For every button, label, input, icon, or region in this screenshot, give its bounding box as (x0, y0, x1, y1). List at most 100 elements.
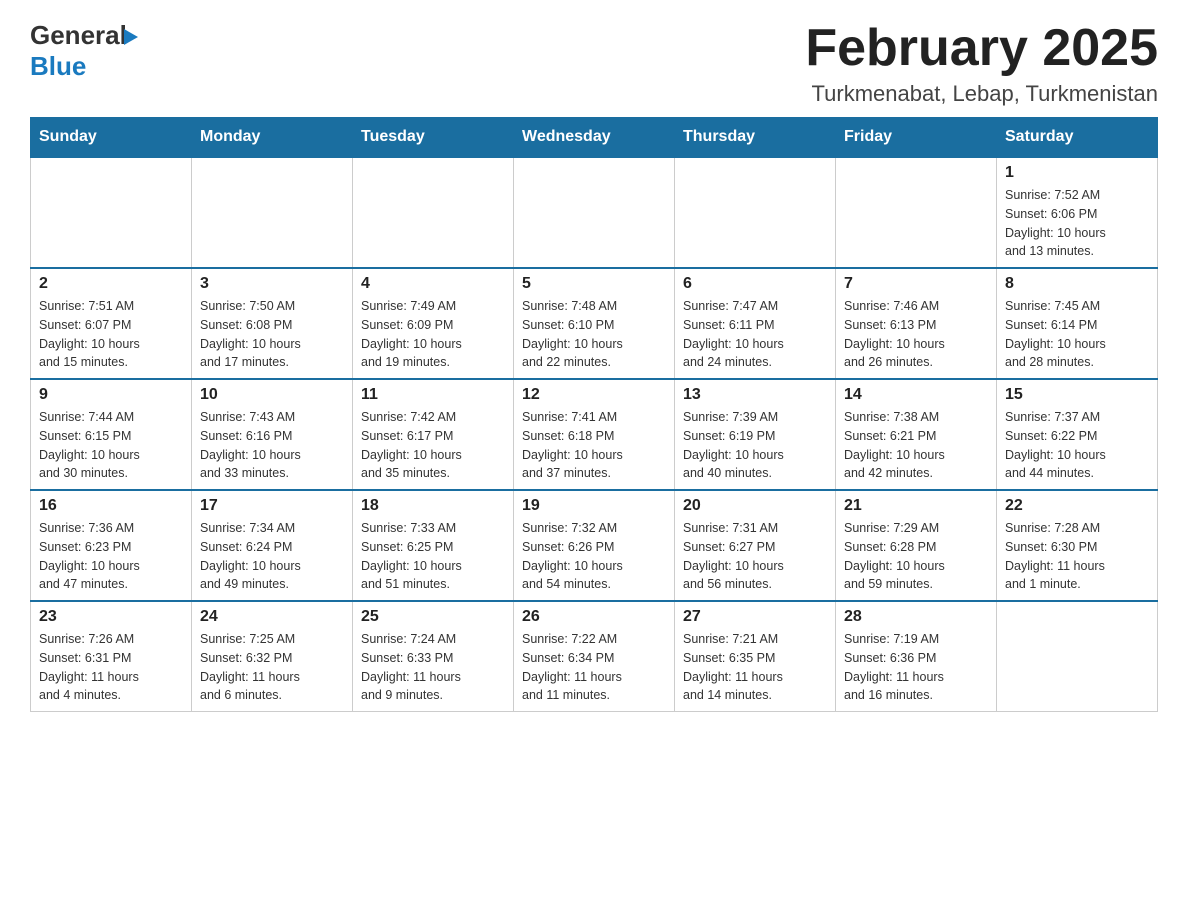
logo-general-text: General (30, 20, 127, 51)
calendar-cell: 11Sunrise: 7:42 AM Sunset: 6:17 PM Dayli… (353, 379, 514, 490)
day-number: 6 (683, 275, 827, 293)
weekday-header-tuesday: Tuesday (353, 118, 514, 158)
calendar-cell: 4Sunrise: 7:49 AM Sunset: 6:09 PM Daylig… (353, 268, 514, 379)
calendar-cell: 25Sunrise: 7:24 AM Sunset: 6:33 PM Dayli… (353, 601, 514, 712)
day-number: 21 (844, 497, 988, 515)
day-info: Sunrise: 7:33 AM Sunset: 6:25 PM Dayligh… (361, 519, 505, 594)
day-number: 27 (683, 608, 827, 626)
calendar-cell: 6 Sunrise: 7:47 AM Sunset: 6:11 PM Daylig… (675, 268, 836, 379)
calendar-cell (514, 157, 675, 268)
calendar-cell: 9 Sunrise: 7:44 AM Sunset: 6:15 PM Daylig… (31, 379, 192, 490)
day-number: 10 (200, 386, 344, 404)
calendar-cell: 12Sunrise: 7:41 AM Sunset: 6:18 PM Dayli… (514, 379, 675, 490)
day-number: 8 (1005, 275, 1149, 293)
day-number: 16 (39, 497, 183, 515)
day-number: 20 (683, 497, 827, 515)
day-info: Sunrise: 7:19 AM Sunset: 6:36 PM Dayligh… (844, 630, 988, 705)
day-info: Sunrise: 7:36 AM Sunset: 6:23 PM Dayligh… (39, 519, 183, 594)
location-title: Turkmenabat, Lebap, Turkmenistan (805, 81, 1158, 107)
title-block: February 2025 Turkmenabat, Lebap, Turkme… (805, 20, 1158, 107)
day-info: Sunrise: 7:39 AM Sunset: 6:19 PM Dayligh… (683, 408, 827, 483)
day-info: Sunrise: 7:21 AM Sunset: 6:35 PM Dayligh… (683, 630, 827, 705)
day-info: Sunrise: 7:44 AM Sunset: 6:15 PM Dayligh… (39, 408, 183, 483)
calendar-cell: 26 Sunrise: 7:22 AM Sunset: 6:34 PM Dayli… (514, 601, 675, 712)
day-info: Sunrise: 7:37 AM Sunset: 6:22 PM Dayligh… (1005, 408, 1149, 483)
calendar-cell: 2 Sunrise: 7:51 AM Sunset: 6:07 PM Daylig… (31, 268, 192, 379)
day-number: 15 (1005, 386, 1149, 404)
calendar-week-1: 1 Sunrise: 7:52 AM Sunset: 6:06 PM Daylig… (31, 157, 1158, 268)
day-info: Sunrise: 7:32 AM Sunset: 6:26 PM Dayligh… (522, 519, 666, 594)
calendar-week-2: 2 Sunrise: 7:51 AM Sunset: 6:07 PM Daylig… (31, 268, 1158, 379)
day-number: 26 (522, 608, 666, 626)
calendar-week-4: 16 Sunrise: 7:36 AM Sunset: 6:23 PM Dayli… (31, 490, 1158, 601)
calendar-cell: 27 Sunrise: 7:21 AM Sunset: 6:35 PM Dayli… (675, 601, 836, 712)
day-info: Sunrise: 7:31 AM Sunset: 6:27 PM Dayligh… (683, 519, 827, 594)
calendar-header: SundayMondayTuesdayWednesdayThursdayFrid… (31, 118, 1158, 158)
calendar-cell: 28 Sunrise: 7:19 AM Sunset: 6:36 PM Dayli… (836, 601, 997, 712)
day-info: Sunrise: 7:50 AM Sunset: 6:08 PM Dayligh… (200, 297, 344, 372)
calendar-cell: 3 Sunrise: 7:50 AM Sunset: 6:08 PM Daylig… (192, 268, 353, 379)
calendar-cell (675, 157, 836, 268)
calendar-body: 1 Sunrise: 7:52 AM Sunset: 6:06 PM Daylig… (31, 157, 1158, 712)
calendar-cell: 7 Sunrise: 7:46 AM Sunset: 6:13 PM Daylig… (836, 268, 997, 379)
weekday-header-friday: Friday (836, 118, 997, 158)
calendar-cell: 10 Sunrise: 7:43 AM Sunset: 6:16 PM Dayli… (192, 379, 353, 490)
day-number: 11 (361, 386, 505, 404)
weekday-header-thursday: Thursday (675, 118, 836, 158)
page-header: General Blue February 2025 Turkmenabat, … (30, 20, 1158, 107)
calendar-cell: 15 Sunrise: 7:37 AM Sunset: 6:22 PM Dayli… (997, 379, 1158, 490)
day-info: Sunrise: 7:51 AM Sunset: 6:07 PM Dayligh… (39, 297, 183, 372)
calendar-cell (192, 157, 353, 268)
day-info: Sunrise: 7:29 AM Sunset: 6:28 PM Dayligh… (844, 519, 988, 594)
calendar-cell (353, 157, 514, 268)
calendar-cell: 16 Sunrise: 7:36 AM Sunset: 6:23 PM Dayli… (31, 490, 192, 601)
day-info: Sunrise: 7:25 AM Sunset: 6:32 PM Dayligh… (200, 630, 344, 705)
day-number: 2 (39, 275, 183, 293)
calendar-week-5: 23Sunrise: 7:26 AM Sunset: 6:31 PM Dayli… (31, 601, 1158, 712)
day-info: Sunrise: 7:43 AM Sunset: 6:16 PM Dayligh… (200, 408, 344, 483)
calendar-cell: 23Sunrise: 7:26 AM Sunset: 6:31 PM Dayli… (31, 601, 192, 712)
logo: General Blue (30, 20, 138, 82)
day-number: 14 (844, 386, 988, 404)
day-number: 28 (844, 608, 988, 626)
day-number: 17 (200, 497, 344, 515)
day-number: 18 (361, 497, 505, 515)
calendar-cell: 19Sunrise: 7:32 AM Sunset: 6:26 PM Dayli… (514, 490, 675, 601)
day-info: Sunrise: 7:52 AM Sunset: 6:06 PM Dayligh… (1005, 186, 1149, 261)
day-info: Sunrise: 7:26 AM Sunset: 6:31 PM Dayligh… (39, 630, 183, 705)
logo-blue-text: Blue (30, 51, 86, 81)
calendar-cell (31, 157, 192, 268)
day-info: Sunrise: 7:24 AM Sunset: 6:33 PM Dayligh… (361, 630, 505, 705)
weekday-header-saturday: Saturday (997, 118, 1158, 158)
calendar-cell: 22Sunrise: 7:28 AM Sunset: 6:30 PM Dayli… (997, 490, 1158, 601)
calendar-cell: 24 Sunrise: 7:25 AM Sunset: 6:32 PM Dayli… (192, 601, 353, 712)
calendar-cell: 5Sunrise: 7:48 AM Sunset: 6:10 PM Daylig… (514, 268, 675, 379)
day-info: Sunrise: 7:47 AM Sunset: 6:11 PM Dayligh… (683, 297, 827, 372)
day-info: Sunrise: 7:34 AM Sunset: 6:24 PM Dayligh… (200, 519, 344, 594)
calendar-cell: 18 Sunrise: 7:33 AM Sunset: 6:25 PM Dayli… (353, 490, 514, 601)
calendar-cell (997, 601, 1158, 712)
day-info: Sunrise: 7:49 AM Sunset: 6:09 PM Dayligh… (361, 297, 505, 372)
weekday-header-sunday: Sunday (31, 118, 192, 158)
day-info: Sunrise: 7:38 AM Sunset: 6:21 PM Dayligh… (844, 408, 988, 483)
calendar-cell: 1 Sunrise: 7:52 AM Sunset: 6:06 PM Daylig… (997, 157, 1158, 268)
day-number: 9 (39, 386, 183, 404)
day-info: Sunrise: 7:46 AM Sunset: 6:13 PM Dayligh… (844, 297, 988, 372)
day-number: 24 (200, 608, 344, 626)
day-number: 3 (200, 275, 344, 293)
calendar-cell: 14 Sunrise: 7:38 AM Sunset: 6:21 PM Dayli… (836, 379, 997, 490)
day-number: 13 (683, 386, 827, 404)
day-info: Sunrise: 7:28 AM Sunset: 6:30 PM Dayligh… (1005, 519, 1149, 594)
calendar-table: SundayMondayTuesdayWednesdayThursdayFrid… (30, 117, 1158, 712)
calendar-week-3: 9 Sunrise: 7:44 AM Sunset: 6:15 PM Daylig… (31, 379, 1158, 490)
day-number: 5 (522, 275, 666, 293)
calendar-cell: 13 Sunrise: 7:39 AM Sunset: 6:19 PM Dayli… (675, 379, 836, 490)
day-info: Sunrise: 7:22 AM Sunset: 6:34 PM Dayligh… (522, 630, 666, 705)
calendar-cell (836, 157, 997, 268)
day-number: 7 (844, 275, 988, 293)
day-info: Sunrise: 7:41 AM Sunset: 6:18 PM Dayligh… (522, 408, 666, 483)
weekday-header-wednesday: Wednesday (514, 118, 675, 158)
day-number: 1 (1005, 164, 1149, 182)
weekday-header-row: SundayMondayTuesdayWednesdayThursdayFrid… (31, 118, 1158, 158)
calendar-cell: 17 Sunrise: 7:34 AM Sunset: 6:24 PM Dayli… (192, 490, 353, 601)
